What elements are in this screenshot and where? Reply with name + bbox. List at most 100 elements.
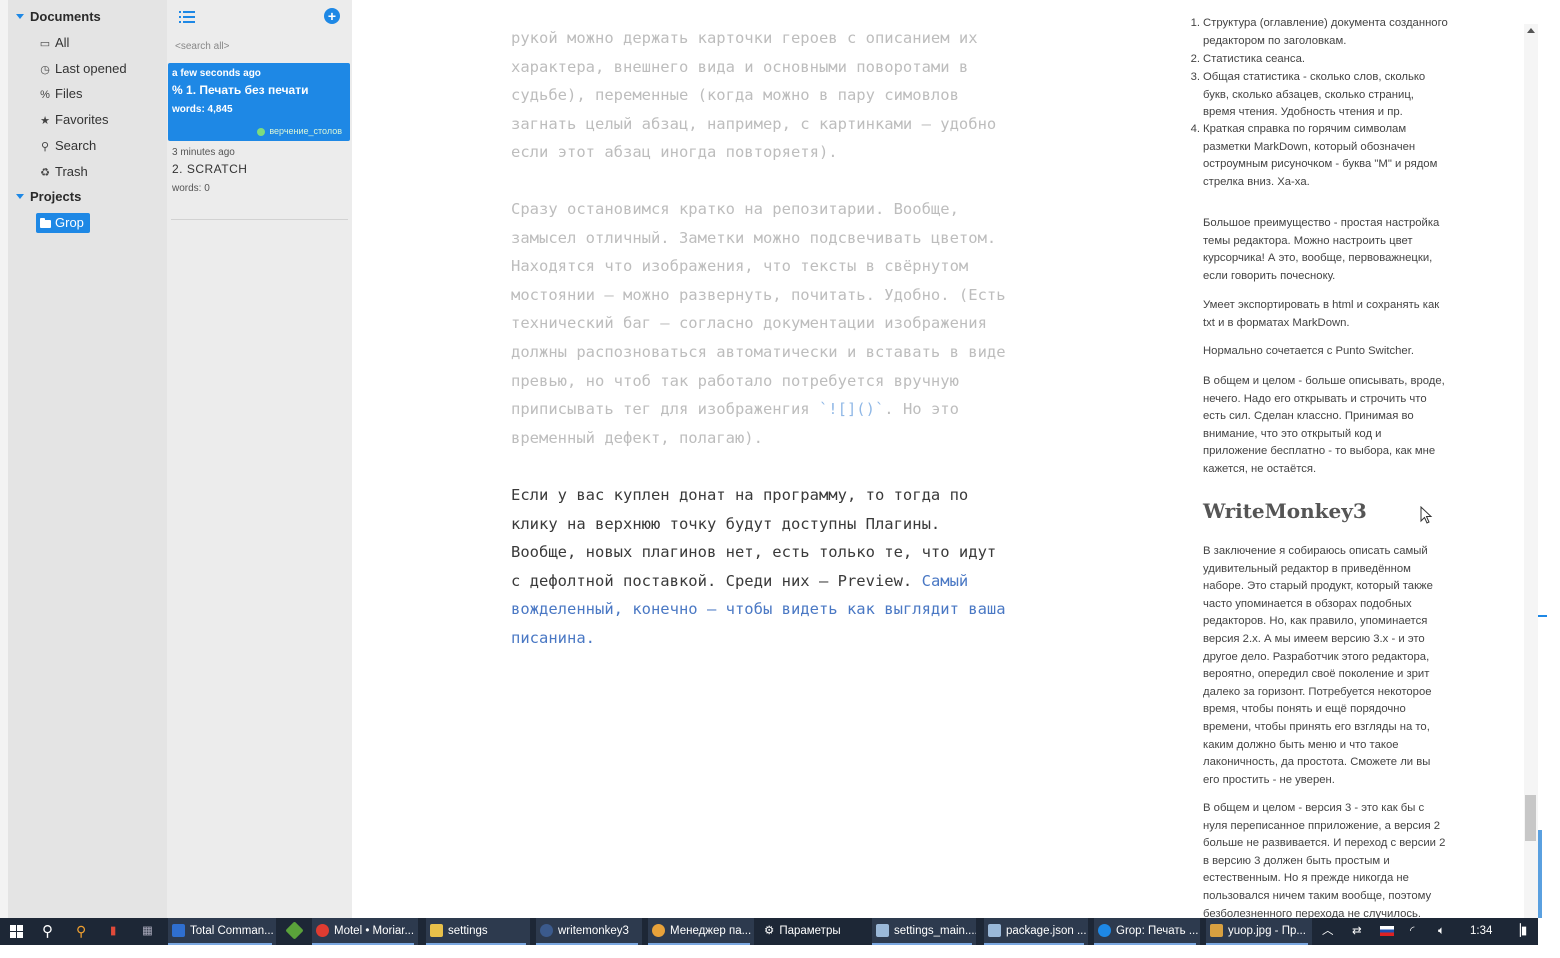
- sidebar-item-all[interactable]: ▭ All: [38, 32, 70, 54]
- inline-code: `![]()`: [818, 400, 885, 419]
- taskbar-app[interactable]: [284, 918, 308, 945]
- taskbar-app[interactable]: Grop: Печать ...: [1094, 918, 1200, 945]
- document-title: % 1. Печать без печати: [172, 83, 309, 97]
- taskbar-app[interactable]: Motel • Moriar...: [312, 918, 418, 945]
- document-words: words: 4,845: [172, 104, 233, 115]
- taskbar: ⚲ ⚲ ▮ ▦ Total Comman... Motel • Moriar..…: [0, 918, 1538, 945]
- window-edge: [1538, 0, 1560, 958]
- document-item[interactable]: a few seconds ago % 1. Печать без печати…: [168, 63, 350, 141]
- sidebar-item-label: Trash: [55, 164, 88, 179]
- project-selected[interactable]: Grop: [36, 213, 90, 233]
- yandex-browser-icon: [316, 924, 329, 938]
- sidebar-item-label: Files: [55, 86, 83, 101]
- scroll-up-arrow-icon[interactable]: [1527, 28, 1535, 33]
- windows-start-icon[interactable]: [10, 925, 23, 938]
- divider: [171, 219, 348, 220]
- link-icon: %: [40, 89, 50, 101]
- tag-color-icon: [257, 127, 266, 136]
- taskbar-app[interactable]: yuop.jpg - Пр...: [1206, 918, 1312, 945]
- document-title: 2. SCRATCH: [172, 162, 248, 176]
- star-icon: ★: [40, 115, 50, 127]
- inbox-icon: ▭: [39, 38, 51, 50]
- wifi-icon[interactable]: ◜: [1410, 918, 1428, 945]
- document-list: + <search all> a few seconds ago % 1. Пе…: [167, 0, 352, 918]
- password-manager-icon: [652, 924, 665, 938]
- taskbar-app[interactable]: Total Comman...: [168, 918, 276, 945]
- folder-icon: [430, 924, 443, 938]
- frame-bottom: [0, 945, 1560, 958]
- doclist-toolbar: +: [167, 0, 352, 36]
- language-flag-icon[interactable]: [1380, 918, 1396, 945]
- taskbar-app[interactable]: ⚙ Параметры: [760, 918, 864, 945]
- sidebar-item-last-opened[interactable]: ◷ Last opened: [38, 58, 127, 80]
- list-view-icon[interactable]: [179, 10, 195, 24]
- sidebar-item-trash[interactable]: ♻ Trash: [38, 161, 88, 183]
- document-file-icon: [876, 924, 889, 938]
- sidebar-item-search[interactable]: ⚲ Search: [38, 135, 96, 157]
- documents-label: Documents: [30, 9, 101, 24]
- writemonkey-icon: [540, 924, 553, 938]
- preview-paragraph: Нормально сочетается с Punto Switcher.: [1203, 345, 1414, 357]
- document-tag: верчение_столов: [257, 126, 342, 136]
- taskbar-app[interactable]: package.json ...: [984, 918, 1088, 945]
- search-all-input[interactable]: <search all>: [175, 41, 229, 52]
- editor-paragraph: Сразу остановимся кратко на репозитарии.…: [511, 200, 1006, 447]
- pin-app-icon[interactable]: ▮: [110, 918, 124, 945]
- edge-accent: [1538, 615, 1547, 617]
- sidebar-item-label: Last opened: [55, 61, 127, 76]
- taskbar-app[interactable]: writemonkey3: [536, 918, 642, 945]
- preview-paragraph: Большое преимущество - простая настройка…: [1203, 217, 1440, 282]
- sidebar-item-files[interactable]: % Files: [38, 83, 82, 105]
- document-time: a few seconds ago: [172, 68, 261, 79]
- sidebar: Documents ▭ All ◷ Last opened % Files ★ Favo…: [8, 0, 167, 918]
- taskbar-app[interactable]: settings_main....: [872, 918, 976, 945]
- project-item-grop[interactable]: Grop: [36, 212, 90, 234]
- projects-section[interactable]: Projects: [8, 186, 81, 208]
- highlighted-text: вожделенный, конечно – чтобы видеть как …: [511, 600, 1006, 647]
- sidebar-item-favorites[interactable]: ★ Favorites: [38, 109, 108, 131]
- calculator-icon[interactable]: ▦: [142, 918, 156, 945]
- documents-section[interactable]: Documents: [8, 6, 101, 28]
- search-icon: ⚲: [40, 141, 50, 153]
- scrollbar-thumb[interactable]: [1525, 795, 1536, 841]
- preview-paragraph: Умеет экспортировать в html и сохранять …: [1203, 299, 1440, 329]
- preview-pane: 1. Структура (оглавление) документа созда…: [1172, 0, 1524, 920]
- caret-down-icon[interactable]: [16, 194, 24, 200]
- app-diamond-icon: [285, 921, 304, 941]
- document-words: words: 0: [172, 183, 210, 194]
- recycle-icon: ♻: [40, 167, 50, 179]
- taskbar-app[interactable]: Менеджер па...: [648, 918, 754, 945]
- highlighted-text: Самый: [921, 571, 969, 590]
- clock[interactable]: 1:34: [1470, 918, 1500, 945]
- preview-paragraph: В заключение я собираюсь описать самый у…: [1203, 545, 1433, 786]
- search-taskbar-icon[interactable]: ⚲: [42, 918, 62, 945]
- sidebar-item-label: All: [55, 35, 70, 50]
- document-item[interactable]: 3 minutes ago 2. SCRATCH words: 0: [168, 143, 350, 203]
- swap-icon[interactable]: ⇄: [1352, 918, 1366, 945]
- preview-paragraph: В общем и целом - больше описывать, врод…: [1203, 375, 1445, 475]
- magnifier-app-icon[interactable]: ⚲: [76, 918, 96, 945]
- notifications-icon[interactable]: ▕▮: [1512, 918, 1528, 945]
- volume-icon[interactable]: 🔈︎: [1438, 918, 1456, 945]
- project-label: Grop: [55, 215, 84, 230]
- chevron-up-icon[interactable]: ︿: [1322, 918, 1336, 945]
- preview-scrollbar[interactable]: [1524, 24, 1538, 918]
- add-document-icon[interactable]: +: [324, 8, 340, 24]
- total-commander-icon: [172, 924, 185, 938]
- document-time: 3 minutes ago: [172, 147, 235, 158]
- sidebar-item-label: Search: [55, 138, 97, 153]
- projects-label: Projects: [30, 189, 82, 204]
- taskbar-app[interactable]: settings: [426, 918, 530, 945]
- mouse-cursor-icon: [1420, 506, 1433, 524]
- preview-paragraph: В общем и целом - версия 3 - это как бы …: [1203, 802, 1446, 920]
- writemonkey-m-icon: [1098, 924, 1111, 938]
- screenshot-frame: Documents ▭ All ◷ Last opened % Files ★ Favo…: [0, 0, 1560, 958]
- sidebar-item-label: Favorites: [55, 112, 109, 127]
- image-viewer-icon: [1210, 924, 1223, 938]
- caret-down-icon[interactable]: [16, 14, 24, 20]
- window-border: [0, 0, 8, 950]
- document-file-icon: [988, 924, 1001, 938]
- clock-icon: ◷: [40, 64, 50, 76]
- settings-gear-icon: ⚙: [764, 925, 775, 937]
- editor-pane[interactable]: рукой можно держать карточки героев с оп…: [352, 0, 1172, 918]
